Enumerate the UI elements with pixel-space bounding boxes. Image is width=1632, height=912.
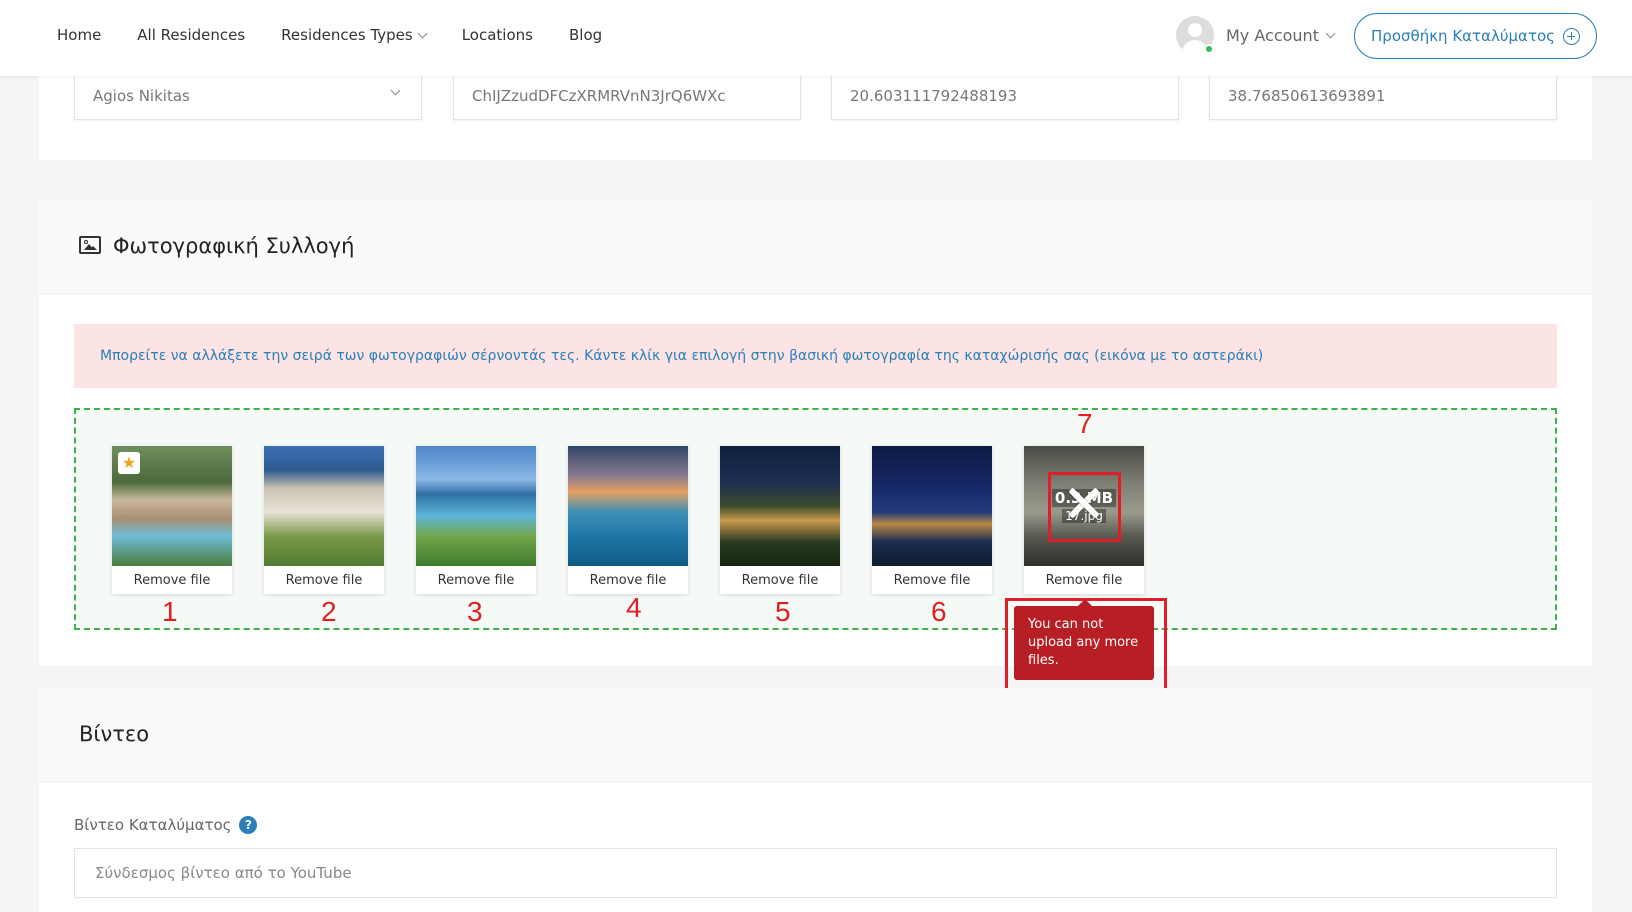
remove-file-button[interactable]: Remove file	[416, 566, 536, 594]
longitude-field[interactable]: 20.603111792488193	[831, 72, 1179, 120]
account-label: My Account	[1226, 25, 1336, 45]
chevron-down-icon	[417, 28, 428, 38]
longitude-value: 20.603111792488193	[850, 87, 1018, 105]
annotation-number-7: 7	[1077, 408, 1093, 439]
area-select[interactable]: Agios Nikitas	[74, 72, 422, 120]
remove-file-button[interactable]: Remove file	[720, 566, 840, 594]
upload-error-text: You can not upload any more files.	[1028, 617, 1139, 668]
main-nav: Home All Residences Residences Types Loc…	[57, 26, 602, 44]
nav-blog[interactable]: Blog	[569, 26, 602, 44]
nav-residences-types-label: Residences Types	[281, 26, 413, 44]
gallery-title: Φωτογραφική Συλλογή	[113, 234, 355, 258]
latitude-value: 38.76850613693891	[1228, 87, 1386, 105]
annotation-number-4: 4	[626, 592, 642, 623]
image-icon	[79, 236, 101, 254]
nav-all-residences[interactable]: All Residences	[137, 26, 245, 44]
video-label-text: Βίντεο Καταλύματος	[74, 816, 232, 834]
remove-file-button[interactable]: Remove file	[568, 566, 688, 594]
annotation-number-1: 1	[162, 596, 178, 627]
photo-thumbnail-1[interactable]: ★ Remove file	[112, 446, 232, 594]
annotation-number-5: 5	[775, 596, 791, 627]
photo-thumbnail-5[interactable]: Remove file	[720, 446, 840, 594]
site-header: Home All Residences Residences Types Loc…	[0, 0, 1632, 76]
upload-error-tooltip: You can not upload any more files.	[1014, 599, 1154, 680]
plus-circle-icon	[1562, 27, 1580, 45]
remove-file-button[interactable]: Remove file	[1024, 566, 1144, 594]
help-icon[interactable]: ?	[239, 816, 258, 834]
annotation-highlight-box	[1048, 472, 1121, 542]
gallery-notice: Μπορείτε να αλλάξετε την σειρά των φωτογ…	[74, 324, 1557, 388]
annotation-number-3: 3	[467, 596, 483, 627]
photo-preview[interactable]	[264, 446, 384, 566]
video-title: Βίντεο	[79, 722, 150, 746]
photo-thumbnail-6[interactable]: Remove file	[872, 446, 992, 594]
place-id-field[interactable]: ChIJZzudDFCzXRMRVnN3JrQ6WXc	[453, 72, 801, 120]
place-id-value: ChIJZzudDFCzXRMRVnN3JrQ6WXc	[472, 87, 726, 105]
star-icon: ★	[118, 452, 140, 474]
nav-locations[interactable]: Locations	[462, 26, 533, 44]
account-menu[interactable]: My Account	[1176, 16, 1336, 54]
remove-file-button[interactable]: Remove file	[872, 566, 992, 594]
add-listing-label: Προσθήκη Καταλύματος	[1371, 27, 1555, 45]
chevron-down-icon	[390, 85, 401, 96]
photo-thumbnail-2[interactable]: Remove file	[264, 446, 384, 594]
nav-all-residences-label: All Residences	[137, 26, 246, 44]
chevron-down-icon	[1325, 28, 1336, 38]
nav-locations-label: Locations	[461, 26, 533, 44]
photo-preview[interactable]	[872, 446, 992, 566]
nav-home-label: Home	[57, 26, 102, 44]
photo-thumbnail-3[interactable]: Remove file	[416, 446, 536, 594]
nav-blog-label: Blog	[568, 26, 603, 44]
nav-home[interactable]: Home	[57, 26, 101, 44]
photo-thumbnail-4[interactable]: Remove file	[568, 446, 688, 594]
video-field-label: Βίντεο Καταλύματος ?	[74, 816, 258, 834]
video-header	[39, 688, 1592, 782]
remove-file-button[interactable]: Remove file	[264, 566, 384, 594]
account-label-text: My Account	[1226, 25, 1319, 45]
gallery-notice-text: Μπορείτε να αλλάξετε την σειρά των φωτογ…	[100, 348, 1264, 364]
annotation-number-2: 2	[321, 596, 337, 627]
nav-residences-types[interactable]: Residences Types	[281, 26, 428, 44]
add-listing-button[interactable]: Προσθήκη Καταλύματος	[1354, 13, 1597, 59]
online-status-icon	[1204, 44, 1214, 54]
remove-file-button[interactable]: Remove file	[112, 566, 232, 594]
latitude-field[interactable]: 38.76850613693891	[1209, 72, 1557, 120]
photo-preview[interactable]	[720, 446, 840, 566]
photo-preview[interactable]	[568, 446, 688, 566]
area-select-value: Agios Nikitas	[93, 87, 190, 105]
annotation-number-6: 6	[931, 596, 947, 627]
youtube-link-input[interactable]	[74, 848, 1557, 898]
photo-preview[interactable]	[416, 446, 536, 566]
